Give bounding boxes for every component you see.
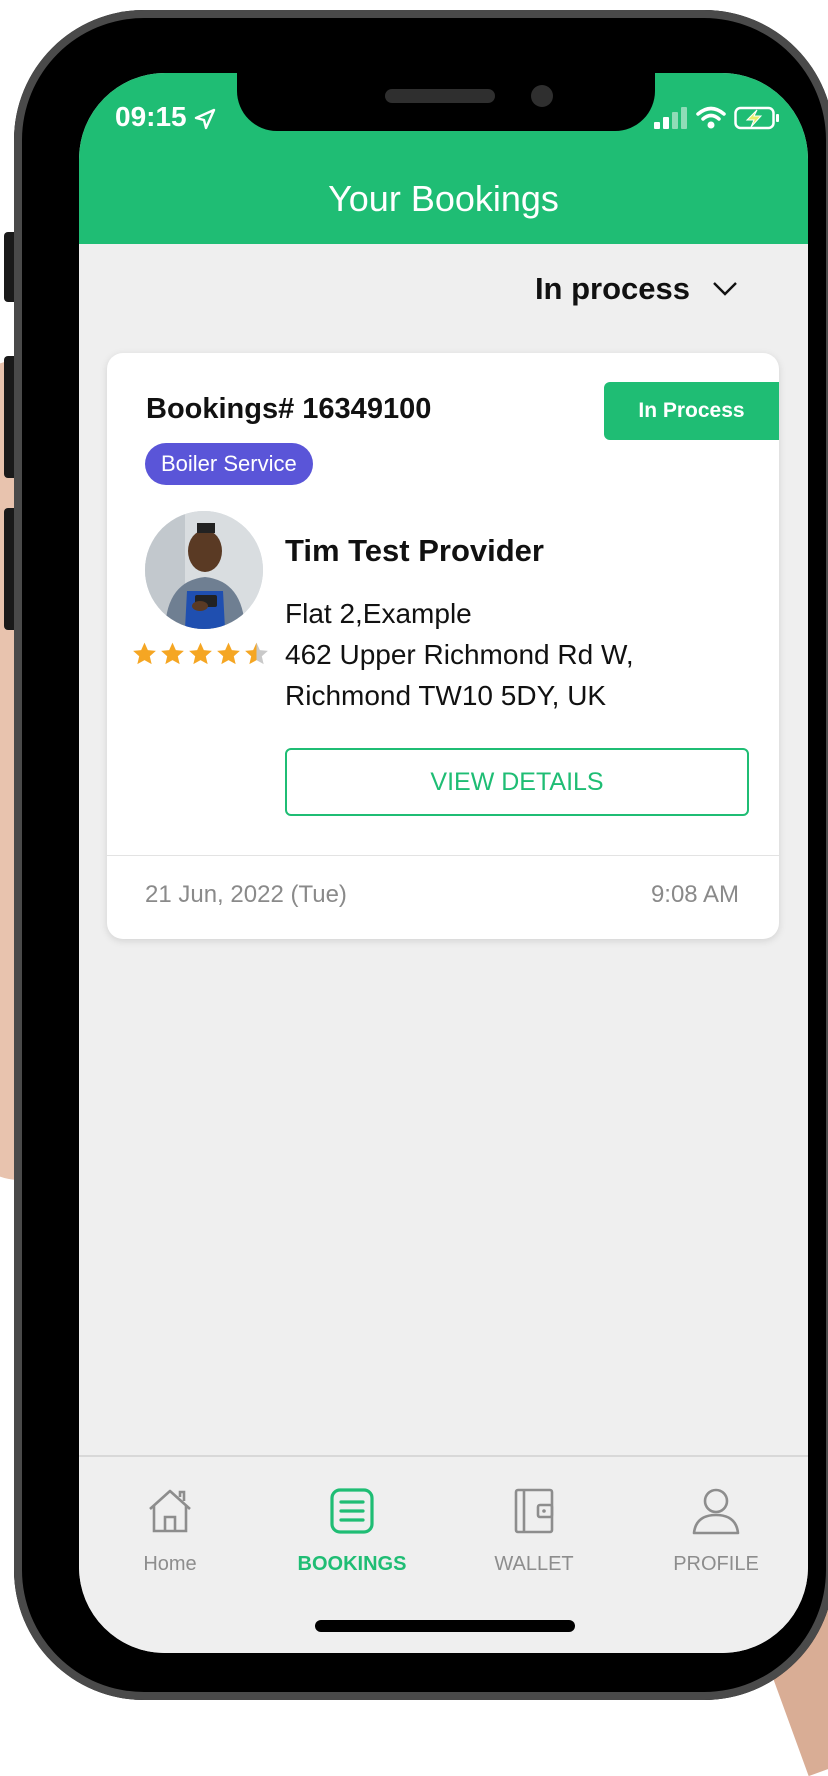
provider-address: Flat 2,Example 462 Upper Richmond Rd W, … [285,593,634,716]
location-arrow-icon [195,108,216,129]
app-screen: 09:15 Your Bookings In process Bookings#… [79,73,808,1653]
status-icons [654,106,780,130]
notch-speaker [385,89,495,103]
nav-item-home[interactable]: Home [79,1457,261,1607]
star-icon [133,642,156,665]
card-divider [107,855,779,856]
provider-photo [145,511,263,629]
wallet-icon [514,1488,554,1534]
status-filter-dropdown[interactable]: In process [535,271,738,307]
star-icon [217,642,240,665]
phone-notch [237,73,655,131]
page-title: Your Bookings [328,178,559,219]
status-badge: In Process [604,382,779,440]
wifi-icon [696,106,726,129]
provider-name: Tim Test Provider [285,533,544,568]
booking-number: Bookings# 16349100 [146,393,432,425]
provider-rating [131,641,270,667]
booking-date: 21 Jun, 2022 (Tue) [145,881,347,908]
home-icon [149,1489,191,1533]
address-line: Richmond TW10 5DY, UK [285,680,607,711]
booking-card: Bookings# 16349100 In Process Boiler Ser… [107,353,779,939]
app-header: 09:15 Your Bookings [79,73,808,244]
provider-avatar [145,511,263,629]
nav-item-profile[interactable]: PROFILE [625,1457,807,1607]
nav-label-profile: PROFILE [673,1553,759,1575]
address-line: 462 Upper Richmond Rd W, [285,639,634,670]
nav-label-bookings: BOOKINGS [297,1553,407,1575]
nav-label-home: Home [143,1553,197,1575]
status-bar-time: 09:15 [115,101,216,133]
service-tag: Boiler Service [145,443,313,485]
view-details-button[interactable]: VIEW DETAILS [285,748,749,816]
time-text: 09:15 [115,101,187,132]
star-icon [189,642,212,665]
home-indicator[interactable] [315,1620,575,1632]
booking-time: 9:08 AM [650,881,739,908]
nav-item-bookings[interactable]: BOOKINGS [261,1457,443,1607]
filter-selected-label: In process [534,271,690,306]
bookings-icon [330,1488,374,1534]
nav-label-wallet: WALLET [494,1553,574,1575]
address-line: Flat 2,Example [285,598,472,629]
notch-camera [531,85,553,107]
half-star-icon [245,642,268,665]
chevron-down-icon [713,282,737,296]
battery-charging-icon [734,106,779,130]
profile-icon [692,1488,740,1535]
signal-icon [654,107,687,129]
phone-frame: 09:15 Your Bookings In process Bookings#… [14,10,828,1700]
star-icon [161,642,184,665]
nav-item-wallet[interactable]: WALLET [443,1457,625,1607]
